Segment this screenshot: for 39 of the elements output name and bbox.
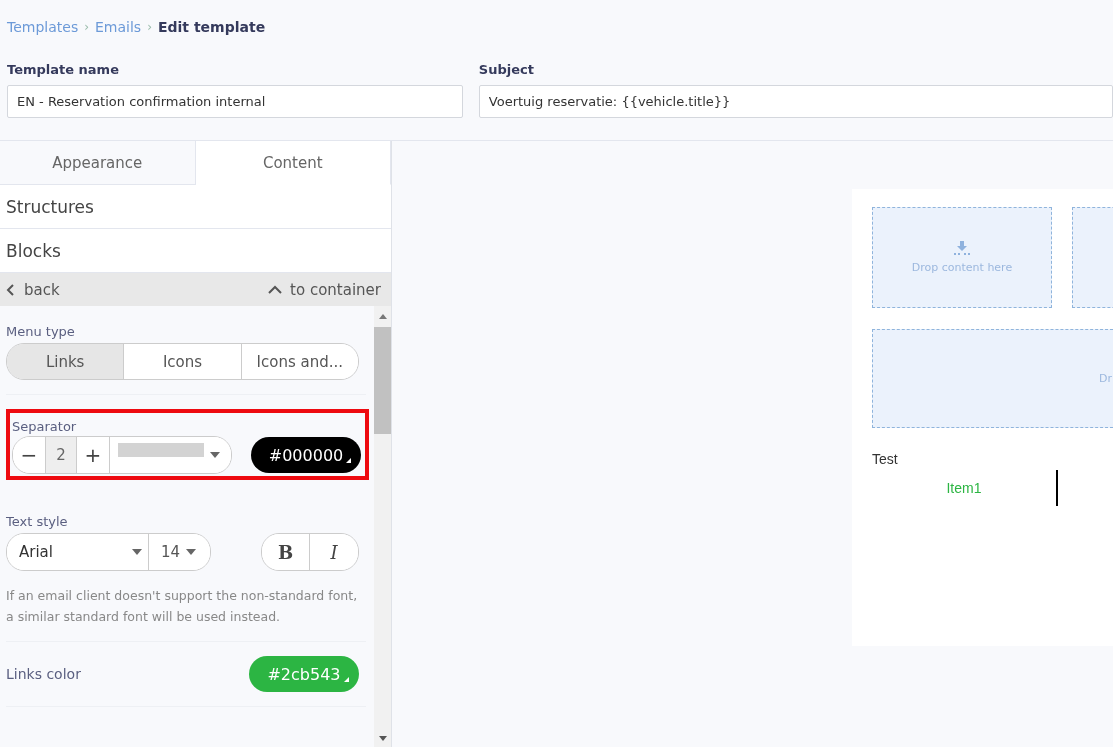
menu-type-label: Menu type — [6, 324, 76, 339]
field-label: Template name — [7, 62, 120, 77]
menu-separator — [1056, 470, 1058, 506]
font-note: If an email client doesn't support the non-standard font, a similar standard font will be used instead. — [6, 587, 359, 626]
caret-icon — [186, 549, 197, 555]
scroll-down-arrow-icon — [378, 736, 387, 741]
scroll-up-arrow-icon — [378, 314, 387, 319]
separator-label: Separator — [12, 419, 78, 434]
input-field[interactable]: Voertuig reservatie: {{vehicle.title}} — [478, 85, 1113, 118]
menu-type-option[interactable]: Icons — [123, 344, 241, 379]
line-style-dropdown[interactable] — [109, 437, 231, 473]
section-header[interactable]: Structures — [0, 185, 391, 229]
breadcrumb-separator-icon: › — [84, 20, 89, 34]
breadcrumb-separator-icon: › — [147, 20, 152, 34]
drop-zone-text: Dr — [1099, 372, 1112, 385]
font-size-dropdown[interactable]: 14 — [148, 534, 210, 570]
menu-type-option[interactable]: Links — [7, 344, 124, 379]
drop-zone-text: Drop content here — [911, 261, 1013, 274]
italic-button[interactable]: I — [310, 534, 358, 570]
menu-title: Test — [872, 451, 899, 467]
field-label: Subject — [478, 62, 535, 77]
breadcrumb-current: Edit template — [157, 19, 266, 35]
to-container-button[interactable]: to container — [268, 280, 381, 299]
caret-icon — [132, 549, 142, 555]
input-field[interactable]: EN - Reservation confirmation internal — [7, 85, 463, 118]
color-picker-button[interactable]: #000000 — [251, 437, 361, 473]
tab[interactable]: Appearance — [0, 141, 196, 185]
caret-icon — [210, 452, 220, 458]
text-style-label: Text style — [6, 514, 69, 529]
chevron-up-icon — [268, 284, 283, 295]
scrollbar-thumb[interactable] — [374, 327, 391, 434]
menu-type-option[interactable]: Icons and... — [240, 344, 358, 379]
chevron-left-icon — [6, 283, 16, 296]
stepper-value: 2 — [45, 437, 77, 473]
scrollbar[interactable] — [374, 306, 391, 747]
back-button[interactable]: back — [6, 280, 60, 299]
bold-button[interactable]: B — [262, 534, 310, 570]
links-color-label: Links color — [6, 666, 81, 682]
download-icon — [954, 241, 970, 255]
